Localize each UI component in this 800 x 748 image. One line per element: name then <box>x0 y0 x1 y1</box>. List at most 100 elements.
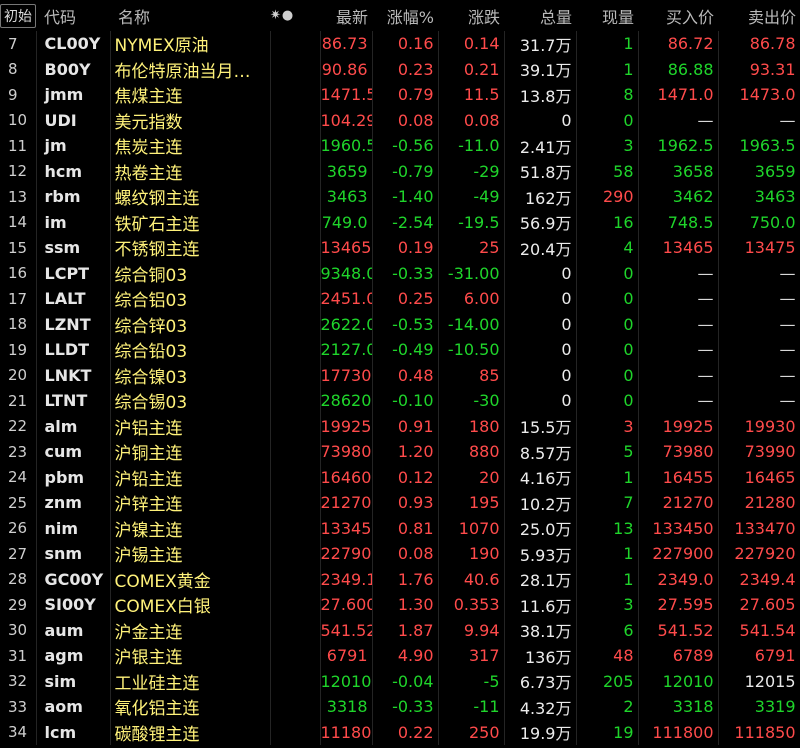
table-row[interactable]: 22 alm 沪铝主连 19925 0.91 180 15.5万 3 19925 19930 <box>0 413 800 439</box>
row-index: 8 <box>0 56 37 82</box>
row-change: 6.00 <box>438 286 505 312</box>
row-pct: 0.48 <box>372 362 439 388</box>
row-pct: -0.53 <box>372 311 439 337</box>
row-change: 880 <box>438 439 505 465</box>
column-settings-icon[interactable]: ✷● <box>270 0 320 31</box>
row-spacer <box>270 107 321 133</box>
row-last: 9348.00 <box>320 260 373 286</box>
row-change: 317 <box>438 643 505 669</box>
row-spacer <box>270 694 321 720</box>
row-bid: 1962.5 <box>638 133 719 159</box>
column-header-change[interactable]: 涨跌 <box>438 0 504 31</box>
table-row[interactable]: 20 LNKT 综合镍03 17730 0.48 85 0 0— — <box>0 362 800 388</box>
row-pct: -0.33 <box>372 260 439 286</box>
column-header-pct[interactable]: 涨幅% <box>372 0 438 31</box>
row-name: 不锈钢主连 <box>110 235 271 261</box>
column-header-volume[interactable]: 总量 <box>504 0 576 31</box>
row-change: -5 <box>438 668 505 694</box>
row-last: 2127.00 <box>320 337 373 363</box>
table-row[interactable]: 8 B00Y 布伦特原油当月… 90.86 0.23 0.21 39.1万 1 86.88 93.… <box>0 56 800 82</box>
table-row[interactable]: 21 LTNT 综合锡03 28620 -0.10 -30 0 0— — <box>0 388 800 414</box>
table-row[interactable]: 33 aom 氧化铝主连 3318 -0.33 -11 4.32万 2 3318 3319 <box>0 694 800 720</box>
row-ask: 2349.4 <box>718 566 800 592</box>
table-row[interactable]: 30 aum 沪金主连 541.52 1.87 9.94 38.1万 6 541.52 541.5… <box>0 617 800 643</box>
table-row[interactable]: 9 jmm 焦煤主连 1471.5 0.79 11.5 13.8万 8 1471.0 1473.0 <box>0 82 800 108</box>
table-row[interactable]: 14 im 铁矿石主连 749.0 -2.54 -19.5 56.9万 16 748.5 750.… <box>0 209 800 235</box>
row-current: 5 <box>576 439 639 465</box>
row-change: -11.0 <box>438 133 505 159</box>
row-current: 3 <box>576 133 639 159</box>
row-index: 25 <box>0 490 37 516</box>
table-row[interactable]: 23 cum 沪铜主连 73980 1.20 880 8.57万 5 73980 73990 <box>0 439 800 465</box>
row-spacer <box>270 464 321 490</box>
table-row[interactable]: 27snm沪锡主连2279000.081905.93万1227900227920 <box>0 541 800 567</box>
row-bid: 111800 <box>638 719 719 745</box>
row-change: -49 <box>438 184 505 210</box>
table-row[interactable]: 12 hcm 热卷主连 3659 -0.79 -29 51.8万 58 3658 3659 <box>0 158 800 184</box>
column-header-last[interactable]: 最新 <box>320 0 372 31</box>
table-row[interactable]: 24 pbm 沪铅主连 16460 0.12 20 4.16万 1 16455 16465 <box>0 464 800 490</box>
table-row[interactable]: 31 agm 沪银主连 6791 4.90 317 136万 48 6789 6791 <box>0 643 800 669</box>
row-name: 焦炭主连 <box>110 133 271 159</box>
initial-tag[interactable]: 初始 <box>0 3 36 28</box>
row-change: 1070 <box>438 515 505 541</box>
table-row[interactable]: 15 ssm 不锈钢主连 13465 0.19 25 20.4万 4 13465 13475 <box>0 235 800 261</box>
column-header-current[interactable]: 现量 <box>576 0 638 31</box>
row-code: agm <box>36 643 111 669</box>
row-volume: 25.0万 <box>504 515 577 541</box>
row-bid: 73980 <box>638 439 719 465</box>
row-current: 1 <box>576 541 639 567</box>
row-bid: 541.52 <box>638 617 719 643</box>
table-row[interactable]: 17LALT综合铝032451.000.256.0000—— <box>0 286 800 312</box>
table-row[interactable]: 25 znm 沪锌主连 21270 0.93 195 10.2万 7 21270 21280 <box>0 490 800 516</box>
column-header-initial[interactable]: 初始 <box>0 0 36 31</box>
row-pct: -0.49 <box>372 337 439 363</box>
row-name: 综合铝03 <box>110 286 271 312</box>
row-code: LNKT <box>36 362 111 388</box>
row-index: 22 <box>0 413 37 439</box>
row-change: 250 <box>438 719 505 745</box>
table-row[interactable]: 16LCPT综合铜039348.00-0.33-31.0000—— <box>0 260 800 286</box>
row-volume: 4.16万 <box>504 464 577 490</box>
table-row[interactable]: 28 GC00Y COMEX黄金 2349.1 1.76 40.6 28.1万 1 2349.0… <box>0 566 800 592</box>
column-header-ask[interactable]: 卖出价 <box>718 0 800 31</box>
table-row[interactable]: 13 rbm 螺纹钢主连 3463 -1.40 -49 162万 290 3462 3463 <box>0 184 800 210</box>
row-bid: 1471.0 <box>638 82 719 108</box>
row-change: 190 <box>438 541 505 567</box>
column-header-bid[interactable]: 买入价 <box>638 0 718 31</box>
column-header-name[interactable]: 名称 <box>110 0 270 31</box>
row-code: rbm <box>36 184 111 210</box>
table-row[interactable]: 7 CL00Y NYMEX原油 86.73 0.16 0.14 31.7万 1 86.72 86.… <box>0 31 800 57</box>
row-volume: 2.41万 <box>504 133 577 159</box>
row-pct: 0.12 <box>372 464 439 490</box>
table-row[interactable]: 11 jm 焦炭主连 1960.5 -0.56 -11.0 2.41万 3 1962.5 1963… <box>0 133 800 159</box>
table-row[interactable]: 26nim沪镍主连1334500.81107025.0万131334501334… <box>0 515 800 541</box>
row-ask: 111850 <box>718 719 800 745</box>
row-bid: 12010 <box>638 668 719 694</box>
table-row[interactable]: 32 sim 工业硅主连 12010 -0.04 -5 6.73万 205 12010 12015 <box>0 668 800 694</box>
row-current: 19 <box>576 719 639 745</box>
table-row[interactable]: 34lcm碳酸锂主连1118000.2225019.9万191118001118… <box>0 719 800 745</box>
table-row[interactable]: 18LZNT综合锌032622.00-0.53-14.0000—— <box>0 311 800 337</box>
row-spacer <box>270 260 321 286</box>
row-volume: 10.2万 <box>504 490 577 516</box>
table-row[interactable]: 29 SI00Y COMEX白银 27.600 1.30 0.353 11.6万 3 27.59… <box>0 592 800 618</box>
table-row[interactable]: 10 UDI 美元指数 104.29 0.08 0.08 0 0— — <box>0 107 800 133</box>
row-last: 6791 <box>320 643 373 669</box>
row-index: 32 <box>0 668 37 694</box>
row-current: 3 <box>576 413 639 439</box>
column-header-code[interactable]: 代码 <box>36 0 110 31</box>
row-bid: — <box>638 362 719 388</box>
row-current: 0 <box>576 260 639 286</box>
row-name: 沪铝主连 <box>110 413 271 439</box>
row-code: jmm <box>36 82 111 108</box>
table-row[interactable]: 19LLDT综合铅032127.00-0.49-10.5000—— <box>0 337 800 363</box>
row-last: 2451.00 <box>320 286 373 312</box>
row-last: 28620 <box>320 388 373 414</box>
row-spacer <box>270 592 321 618</box>
row-name: 沪银主连 <box>110 643 271 669</box>
row-pct: -0.04 <box>372 668 439 694</box>
row-index: 16 <box>0 260 37 286</box>
row-last: 21270 <box>320 490 373 516</box>
row-bid: 13465 <box>638 235 719 261</box>
